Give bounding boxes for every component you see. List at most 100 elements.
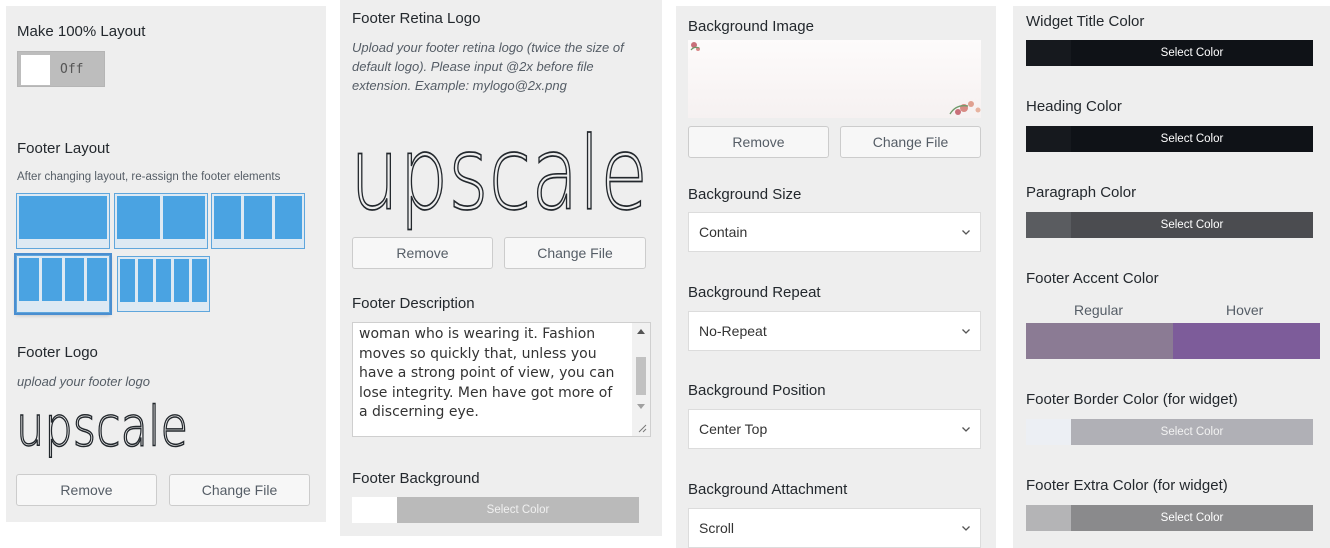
select-color-label: Select Color bbox=[1071, 126, 1313, 152]
widget-title-color-picker[interactable]: Select Color bbox=[1026, 40, 1313, 66]
accent-hover-color-swatch[interactable] bbox=[1173, 323, 1320, 359]
background-image-title: Background Image bbox=[688, 18, 814, 35]
background-size-select[interactable]: Contain bbox=[688, 212, 981, 252]
footer-layout-option-5-columns[interactable] bbox=[117, 256, 210, 312]
svg-text:upscale: upscale bbox=[16, 402, 188, 458]
select-color-label: Select Color bbox=[1071, 212, 1313, 238]
background-position-select[interactable]: Center Top bbox=[688, 409, 981, 449]
heading-color-picker[interactable]: Select Color bbox=[1026, 126, 1313, 152]
footer-layout-title: Footer Layout bbox=[17, 140, 110, 157]
select-color-label: Select Color bbox=[397, 497, 639, 523]
footer-retina-logo-image: upscale bbox=[349, 116, 649, 234]
select-color-label: Select Color bbox=[1071, 505, 1313, 531]
footer-colors-panel: Widget Title Color Select Color Heading … bbox=[1013, 6, 1330, 548]
retina-logo-remove-button[interactable]: Remove bbox=[352, 237, 493, 269]
layout-column bbox=[192, 259, 207, 302]
footer-layout-option-2-columns[interactable] bbox=[114, 193, 208, 249]
footer-background-title: Footer Background bbox=[352, 470, 480, 487]
footer-layout-option-4-columns-selected[interactable] bbox=[16, 255, 110, 313]
footer-background-color-picker[interactable]: Select Color bbox=[352, 497, 639, 523]
chevron-down-icon bbox=[962, 427, 970, 432]
layout-column bbox=[156, 259, 171, 302]
toggle-knob bbox=[21, 55, 50, 85]
footer-logo-description: upload your footer logo bbox=[17, 374, 150, 389]
footer-description-text: woman who is wearing it. Fashion moves s… bbox=[359, 326, 615, 420]
textarea-scrollbar[interactable] bbox=[632, 323, 650, 436]
background-image-remove-button[interactable]: Remove bbox=[688, 126, 829, 158]
layout-column bbox=[19, 196, 107, 239]
footer-accent-color-title: Footer Accent Color bbox=[1026, 270, 1159, 287]
background-image-preview bbox=[688, 40, 981, 118]
layout-column bbox=[41, 258, 62, 301]
color-swatch bbox=[1026, 40, 1071, 66]
make-100-layout-title: Make 100% Layout bbox=[17, 23, 146, 40]
background-position-title: Background Position bbox=[688, 382, 826, 399]
layout-column bbox=[174, 259, 189, 302]
footer-logo-title: Footer Logo bbox=[17, 344, 98, 361]
footer-description-textarea[interactable]: woman who is wearing it. Fashion moves s… bbox=[352, 322, 651, 437]
scroll-up-arrow-icon[interactable] bbox=[637, 329, 645, 334]
retina-logo-change-file-button[interactable]: Change File bbox=[504, 237, 646, 269]
background-size-title: Background Size bbox=[688, 186, 802, 203]
make-100-layout-toggle[interactable]: Off bbox=[17, 51, 105, 87]
layout-column bbox=[87, 258, 107, 301]
footer-border-color-picker[interactable]: Select Color bbox=[1026, 419, 1313, 445]
footer-content-panel: Footer Retina Logo Upload your footer re… bbox=[340, 0, 662, 536]
paragraph-color-picker[interactable]: Select Color bbox=[1026, 212, 1313, 238]
footer-extra-color-title: Footer Extra Color (for widget) bbox=[1026, 477, 1228, 494]
layout-column bbox=[120, 259, 135, 302]
select-color-label: Select Color bbox=[1071, 40, 1313, 66]
footer-logo-remove-button[interactable]: Remove bbox=[16, 474, 157, 506]
footer-retina-logo-description: Upload your footer retina logo (twice th… bbox=[352, 40, 624, 93]
footer-logo-change-file-button[interactable]: Change File bbox=[169, 474, 310, 506]
floral-image-icon bbox=[690, 42, 981, 115]
footer-layout-option-3-columns[interactable] bbox=[211, 193, 305, 249]
background-position-value: Center Top bbox=[699, 421, 768, 437]
scroll-down-arrow-icon[interactable] bbox=[637, 404, 645, 409]
accent-hover-label: Hover bbox=[1226, 302, 1264, 318]
chevron-down-icon bbox=[962, 230, 970, 235]
layout-column bbox=[138, 259, 153, 302]
chevron-down-icon bbox=[962, 329, 970, 334]
select-color-label: Select Color bbox=[1071, 419, 1313, 445]
background-size-value: Contain bbox=[699, 224, 748, 240]
background-attachment-title: Background Attachment bbox=[688, 481, 848, 498]
widget-title-color-title: Widget Title Color bbox=[1026, 13, 1145, 30]
footer-extra-color-picker[interactable]: Select Color bbox=[1026, 505, 1313, 531]
background-image-change-file-button[interactable]: Change File bbox=[840, 126, 981, 158]
background-repeat-title: Background Repeat bbox=[688, 284, 821, 301]
color-swatch bbox=[1026, 419, 1071, 445]
heading-color-title: Heading Color bbox=[1026, 98, 1122, 115]
background-attachment-select[interactable]: Scroll bbox=[688, 508, 981, 548]
footer-retina-logo-title: Footer Retina Logo bbox=[352, 10, 481, 27]
layout-column bbox=[19, 258, 39, 301]
footer-description-title: Footer Description bbox=[352, 295, 475, 312]
resize-grip-icon[interactable] bbox=[637, 423, 647, 433]
layout-column bbox=[162, 196, 205, 239]
svg-text:upscale: upscale bbox=[350, 116, 648, 233]
color-swatch bbox=[1026, 505, 1071, 531]
paragraph-color-title: Paragraph Color bbox=[1026, 184, 1137, 201]
layout-column bbox=[117, 196, 160, 239]
background-repeat-select[interactable]: No-Repeat bbox=[688, 311, 981, 351]
layout-column bbox=[64, 258, 85, 301]
footer-layout-description: After changing layout, re-assign the foo… bbox=[17, 171, 281, 183]
chevron-down-icon bbox=[962, 526, 970, 531]
layout-settings-panel: Make 100% Layout Off Footer Layout After… bbox=[6, 6, 326, 522]
footer-logo-image: upscale bbox=[15, 402, 188, 458]
footer-border-color-title: Footer Border Color (for widget) bbox=[1026, 391, 1238, 408]
color-swatch bbox=[1026, 126, 1071, 152]
background-settings-panel: Background Image Remove Change File Back… bbox=[676, 6, 996, 548]
color-swatch bbox=[1026, 212, 1071, 238]
toggle-state-label: Off bbox=[60, 62, 84, 77]
layout-column bbox=[274, 196, 302, 239]
footer-layout-option-1-column[interactable] bbox=[16, 193, 110, 249]
layout-column bbox=[214, 196, 242, 239]
layout-column bbox=[244, 196, 272, 239]
background-attachment-value: Scroll bbox=[699, 520, 735, 536]
color-swatch bbox=[352, 497, 397, 523]
background-repeat-value: No-Repeat bbox=[699, 323, 767, 339]
scrollbar-thumb[interactable] bbox=[636, 357, 646, 395]
accent-regular-label: Regular bbox=[1074, 302, 1124, 318]
accent-regular-color-swatch[interactable] bbox=[1026, 323, 1173, 359]
